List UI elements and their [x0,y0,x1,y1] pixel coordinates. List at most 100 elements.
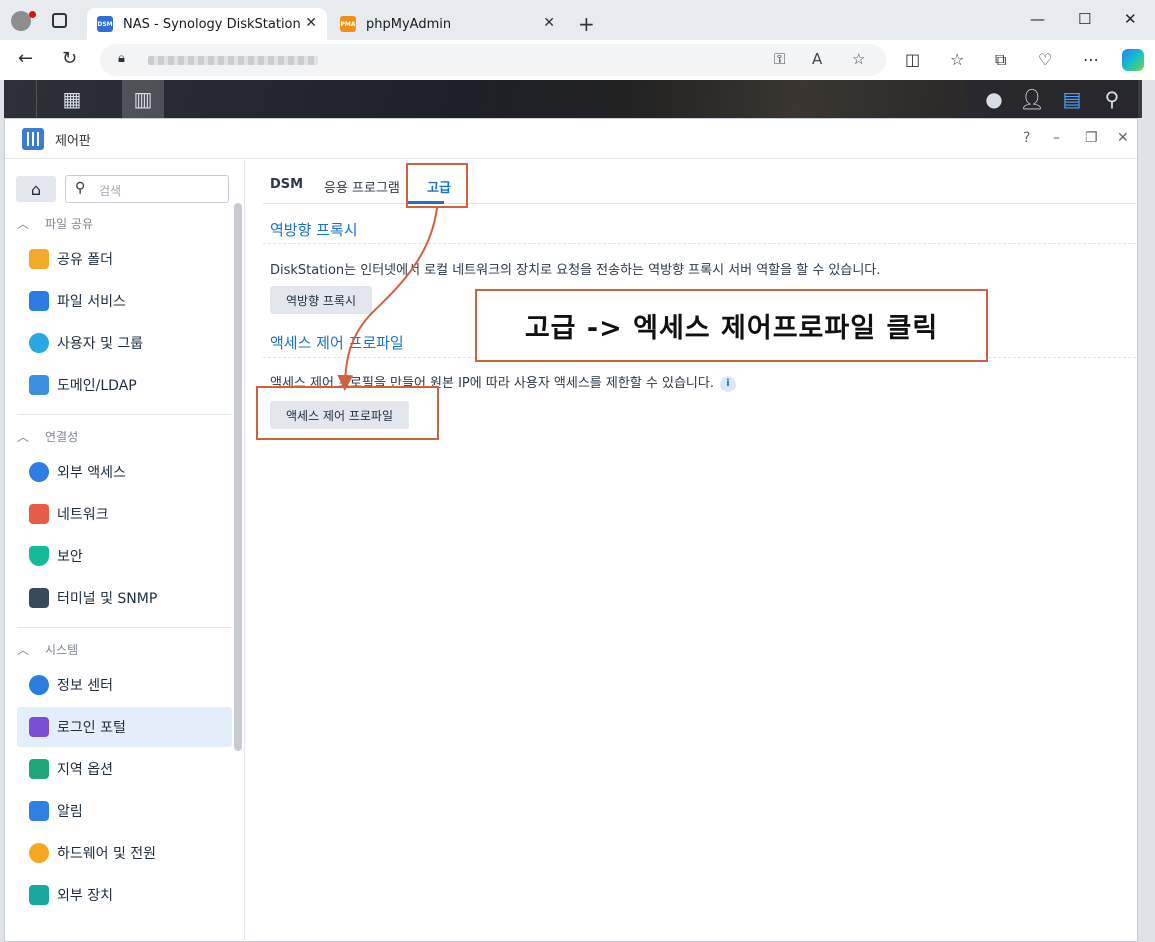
sidebar-item-label: 보안 [57,549,83,565]
minimize-window-icon[interactable]: – [1053,130,1060,146]
close-window-icon[interactable]: ✕ [1117,130,1129,146]
sidebar-item-security[interactable]: 보안 [17,536,232,576]
sidebar-item-external-devices[interactable]: 외부 장치 [17,875,232,915]
section-divider [263,243,1136,244]
sidebar-item-hardware-power[interactable]: 하드웨어 및 전원 [17,833,232,873]
window-title: 제어판 [55,134,91,149]
home-icon[interactable]: ⌂ [16,176,56,202]
reverse-proxy-description: DiskStation는 인터넷에서 로컬 네트워크의 장치로 요청을 전송하는… [270,263,881,278]
window-header: 제어판 ? – ❐ ✕ [5,119,1137,159]
taskbar-tray: ● 👤︎ ▤ ⚲ [966,80,1142,118]
sidebar-item-label: 공유 폴더 [57,252,113,268]
sidebar-item-label: 사용자 및 그룹 [57,336,144,352]
browser-tab-dsm[interactable]: DSM NAS - Synology DiskStation ✕ [87,8,327,40]
sidebar-item-login-portal[interactable]: 로그인 포털 [17,707,232,747]
address-bar[interactable]: 🔒︎ ⚿ A ☆ [100,44,886,76]
new-tab-icon[interactable]: + [578,12,595,36]
sidebar-item-external-access[interactable]: 외부 액세스 [17,452,232,492]
pma-favicon-icon: PMA [340,16,356,32]
refresh-icon[interactable]: ↻ [62,48,77,69]
main-panel: DSM 응용 프로그램 고급 역방향 프록시 DiskStation는 인터넷에… [246,160,1137,942]
section-label: 연결성 [45,430,79,444]
sidebar-item-shared-folder[interactable]: 공유 폴더 [17,239,232,279]
chevron-up-icon: ︿ [17,430,30,444]
chevron-up-icon: ︿ [17,643,30,657]
more-menu-icon[interactable]: ⋯ [1083,50,1099,69]
browser-tab-strip: DSM NAS - Synology DiskStation ✕ PMA php… [0,0,1155,40]
close-window-icon[interactable]: ✕ [1124,10,1137,28]
sidebar-scrollbar[interactable] [234,203,242,751]
split-screen-icon[interactable]: ◫ [905,50,920,69]
terminal-icon [29,588,49,608]
notification-dot [29,11,36,18]
section-header-connectivity[interactable]: ︿ 연결성 [17,428,78,445]
file-services-icon [29,291,49,311]
collections-icon[interactable]: ⧉ [995,50,1006,70]
control-panel-icon [22,128,44,150]
widgets-icon[interactable]: ▤ [1054,80,1090,118]
dsm-taskbar: ▦ ▥ ● 👤︎ ▤ ⚲ [4,80,1142,118]
maximize-icon[interactable]: ☐ [1078,10,1091,28]
section-label: 시스템 [45,643,79,657]
notification-icon [29,801,49,821]
section-divider [17,414,231,415]
tab-bar: DSM 응용 프로그램 고급 [263,160,1136,204]
help-icon[interactable]: ? [1023,130,1030,146]
profile-avatar[interactable] [11,11,31,31]
tab-label: phpMyAdmin [366,16,452,32]
tab-actions-icon[interactable] [52,13,67,28]
sidebar-item-user-group[interactable]: 사용자 및 그룹 [17,323,232,363]
info-icon[interactable]: i [719,375,736,392]
restore-window-icon[interactable]: ❐ [1085,130,1098,146]
address-bar-row: ← ↻ 🔒︎ ⚿ A ☆ ◫ ☆ ⧉ ♡ ⋯ [0,40,1155,80]
favorite-star-icon[interactable]: ☆ [852,50,865,68]
sidebar-item-label: 정보 센터 [57,678,113,694]
section-header-system[interactable]: ︿ 시스템 [17,641,78,658]
section-divider [17,627,231,628]
info-center-icon [29,675,49,695]
copilot-icon[interactable] [1122,49,1144,71]
regional-options-icon [29,759,49,779]
chevron-up-icon: ︿ [17,217,30,231]
sidebar-item-terminal-snmp[interactable]: 터미널 및 SNMP [17,578,232,618]
sidebar-item-domain-ldap[interactable]: 도메인/LDAP [17,365,232,405]
dsm-favicon-icon: DSM [97,16,113,32]
control-panel-window: 제어판 ? – ❐ ✕ ⌂ ⚲ 검색 ︿ 파일 공유 공유 폴더 파일 서비스 … [4,118,1138,942]
annotation-highlight-access-control-button [256,386,439,440]
close-tab-icon[interactable]: ✕ [305,15,317,31]
tab-dsm[interactable]: DSM [270,177,303,192]
blurred-url [148,56,318,65]
chat-icon[interactable]: ● [976,80,1012,118]
browser-tab-phpmyadmin[interactable]: PMA phpMyAdmin ✕ [330,8,565,40]
shield-icon [29,546,49,566]
search-placeholder: 검색 [99,184,122,198]
search-icon[interactable]: ⚲ [1094,80,1130,118]
section-title-reverse-proxy: 역방향 프록시 [270,221,358,239]
control-panel-taskbar-icon[interactable]: ▥ [122,80,164,118]
back-icon[interactable]: ← [18,48,33,69]
sidebar-item-regional-options[interactable]: 지역 옵션 [17,749,232,789]
user-icon[interactable]: 👤︎ [1014,80,1050,118]
sidebar-item-network[interactable]: 네트워크 [17,494,232,534]
section-label: 파일 공유 [45,217,93,231]
minimize-icon[interactable]: — [1030,10,1045,28]
read-aloud-icon[interactable]: A [812,50,822,68]
key-icon[interactable]: ⚿ [774,50,785,68]
browser-essentials-icon[interactable]: ♡ [1038,50,1052,69]
reverse-proxy-button[interactable]: 역방향 프록시 [270,286,373,314]
login-portal-icon [29,717,49,737]
search-input[interactable]: ⚲ 검색 [65,175,229,203]
search-icon: ⚲ [75,180,86,196]
section-header-file-sharing[interactable]: ︿ 파일 공유 [17,215,93,232]
lightbulb-icon [29,843,49,863]
sidebar-item-info-center[interactable]: 정보 센터 [17,665,232,705]
tab-applications[interactable]: 응용 프로그램 [324,177,400,196]
close-tab-icon[interactable]: ✕ [543,15,555,31]
favorites-icon[interactable]: ☆ [950,50,964,69]
tab-label: NAS - Synology DiskStation [123,16,301,32]
sidebar-item-file-services[interactable]: 파일 서비스 [17,281,232,321]
user-group-icon [29,333,49,353]
annotation-highlight-advanced-tab [406,163,468,208]
sidebar-item-notification[interactable]: 알림 [17,791,232,831]
main-menu-icon[interactable]: ▦ [52,80,92,118]
